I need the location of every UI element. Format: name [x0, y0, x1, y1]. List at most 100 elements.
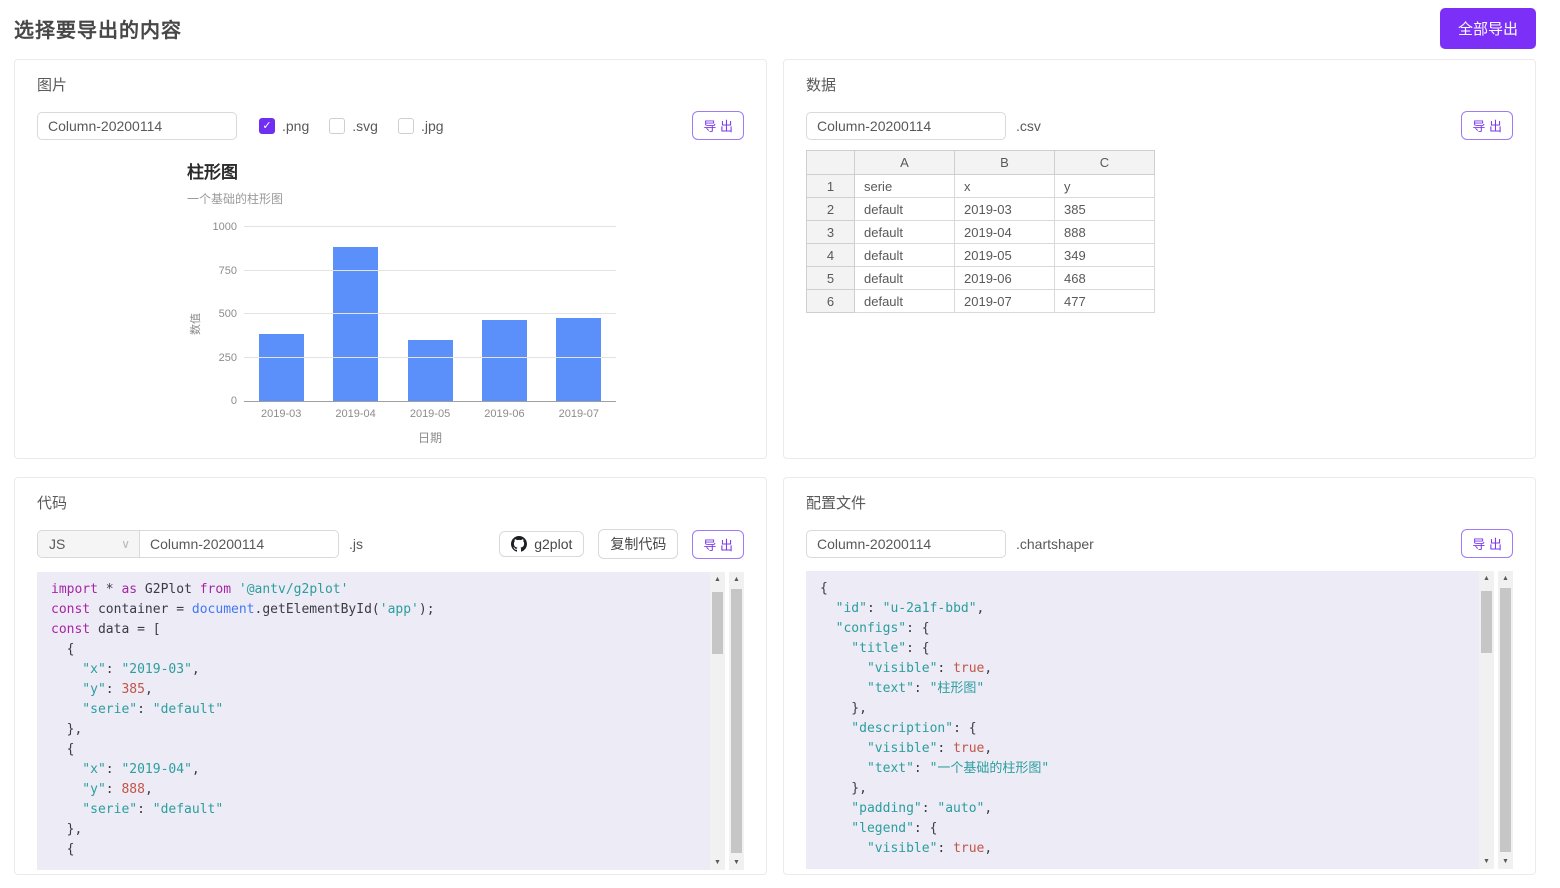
- chart-bar: [258, 334, 304, 401]
- image-panel-title: 图片: [37, 77, 68, 94]
- page-title: 选择要导出的内容: [14, 20, 182, 42]
- table-row: 5 default 2019-06 468: [806, 266, 1155, 290]
- config-panel: 配置文件 .chartshaper 导 出 { "id": "u-2a1f-bb…: [783, 477, 1536, 875]
- checkbox-unchecked-icon[interactable]: [329, 117, 346, 134]
- github-button-label: g2plot: [534, 536, 573, 552]
- y-tick-label: 250: [218, 351, 237, 364]
- copy-code-button[interactable]: 复制代码: [598, 529, 679, 559]
- scrollbar-thumb[interactable]: [731, 589, 742, 853]
- checkbox-unchecked-icon[interactable]: [397, 117, 414, 134]
- code-panel: 代码 JS ∨ .js g2plot 复制代码 导 出 import * as …: [14, 477, 767, 875]
- image-export-button[interactable]: 导 出: [692, 111, 744, 140]
- github-g2plot-button[interactable]: g2plot: [499, 531, 585, 557]
- chart-bar: [556, 318, 602, 401]
- github-icon: [511, 536, 528, 552]
- chart-preview: 柱形图 一个基础的柱形图 数值 0 250 500 750 1000 2019-03 20…: [187, 158, 657, 446]
- column-header: [806, 150, 855, 175]
- data-filename-input[interactable]: [806, 111, 1006, 140]
- format-label: .svg: [352, 117, 378, 134]
- x-tick-label: 2019-05: [409, 408, 451, 420]
- table-cell: y: [1054, 174, 1155, 198]
- chart-x-labels: 2019-03 2019-04 2019-05 2019-06 2019-07: [244, 408, 616, 420]
- table-cell: 2019-05: [954, 243, 1055, 267]
- code-extension-label: .js: [349, 536, 363, 552]
- x-tick-label: 2019-07: [558, 408, 600, 420]
- table-row: 6 default 2019-07 477: [806, 289, 1155, 313]
- code-filename-input[interactable]: [139, 530, 339, 558]
- column-header: C: [1054, 150, 1155, 175]
- row-number: 3: [806, 220, 855, 244]
- table-cell: default: [854, 266, 955, 290]
- table-cell: 349: [1054, 243, 1155, 267]
- scrollbar-thumb[interactable]: [712, 592, 723, 654]
- scroll-up-icon[interactable]: ▲: [710, 572, 725, 587]
- format-label: .png: [282, 117, 310, 134]
- row-number: 2: [806, 197, 855, 221]
- data-panel: 数据 .csv 导 出 ABC1seriexy2default2019-0338…: [783, 59, 1536, 459]
- format-options: ✓ .png .svg .jpg: [259, 117, 464, 134]
- data-panel-title: 数据: [806, 77, 837, 94]
- row-number: 1: [806, 174, 855, 198]
- table-cell: x: [954, 174, 1055, 198]
- chart-subtitle: 一个基础的柱形图: [187, 192, 284, 206]
- chart-bar: [481, 319, 527, 401]
- scrollbar-thumb[interactable]: [1481, 591, 1492, 653]
- checkbox-checked-icon[interactable]: ✓: [259, 117, 275, 134]
- table-cell: serie: [854, 174, 955, 198]
- table-cell: default: [854, 197, 955, 221]
- language-select[interactable]: JS ∨: [37, 530, 139, 558]
- scroll-up-icon[interactable]: ▲: [1479, 571, 1494, 586]
- format-option-jpg[interactable]: .jpg: [397, 117, 444, 134]
- row-number: 6: [806, 289, 855, 313]
- table-cell: 2019-06: [954, 266, 1055, 290]
- export-all-button[interactable]: 全部导出: [1439, 8, 1536, 49]
- scroll-down-icon[interactable]: ▼: [1479, 854, 1494, 869]
- language-select-value: JS: [49, 536, 66, 552]
- scroll-down-icon[interactable]: ▼: [1498, 854, 1513, 869]
- table-row: 3 default 2019-04 888: [806, 220, 1155, 244]
- chart-bar: [407, 340, 453, 401]
- format-option-svg[interactable]: .svg: [329, 117, 378, 134]
- row-number: 4: [806, 243, 855, 267]
- x-tick-label: 2019-06: [484, 408, 525, 420]
- code-viewer: import * as G2Plot from '@antv/g2plot' co…: [37, 572, 744, 870]
- config-scrollbar-inner[interactable]: ▲ ▼: [1479, 571, 1494, 869]
- config-scrollbar-outer[interactable]: ▲ ▼: [1498, 571, 1513, 869]
- scrollbar-thumb[interactable]: [1500, 588, 1511, 852]
- table-row: 4 default 2019-05 349: [806, 243, 1155, 267]
- scroll-up-icon[interactable]: ▲: [1498, 571, 1513, 586]
- export-dialog: 选择要导出的内容 全部导出 图片 ✓ .png .svg .jpg 导 出 柱形图 一…: [0, 0, 1560, 875]
- y-tick-label: 1000: [212, 221, 237, 233]
- table-row: 2 default 2019-03 385: [806, 197, 1155, 221]
- config-extension-label: .chartshaper: [1016, 535, 1094, 552]
- row-number: 5: [806, 266, 855, 290]
- chart-title: 柱形图: [187, 163, 238, 182]
- x-tick-label: 2019-04: [335, 408, 376, 420]
- chevron-down-icon: ∨: [121, 537, 130, 551]
- table-row: 1 serie x y: [806, 174, 1155, 198]
- chart-bars: [244, 228, 616, 401]
- table-cell: default: [854, 243, 955, 267]
- config-viewer: { "id": "u-2a1f-bbd", "configs": { "titl…: [806, 571, 1513, 869]
- format-label: .jpg: [420, 117, 444, 134]
- code-scrollbar-outer[interactable]: ▲ ▼: [729, 572, 744, 870]
- gridline: [244, 269, 616, 271]
- scroll-down-icon[interactable]: ▼: [729, 855, 744, 870]
- config-filename-input[interactable]: [806, 529, 1006, 558]
- table-cell: 385: [1054, 197, 1155, 221]
- table-cell: 2019-03: [954, 197, 1055, 221]
- code-scrollbar-inner[interactable]: ▲ ▼: [710, 572, 725, 870]
- code-export-button[interactable]: 导 出: [692, 529, 744, 559]
- header: 选择要导出的内容 全部导出: [14, 0, 1536, 59]
- scroll-up-icon[interactable]: ▲: [729, 572, 744, 587]
- y-tick-label: 0: [230, 395, 237, 407]
- format-option-png[interactable]: ✓ .png: [259, 117, 310, 134]
- data-extension-label: .csv: [1016, 117, 1041, 134]
- data-export-button[interactable]: 导 出: [1461, 111, 1513, 140]
- config-export-button[interactable]: 导 出: [1461, 529, 1513, 558]
- table-cell: 468: [1054, 266, 1155, 290]
- scroll-down-icon[interactable]: ▼: [710, 855, 725, 870]
- column-header: A: [854, 150, 955, 175]
- image-filename-input[interactable]: [37, 111, 237, 140]
- x-tick-label: 2019-03: [261, 408, 302, 420]
